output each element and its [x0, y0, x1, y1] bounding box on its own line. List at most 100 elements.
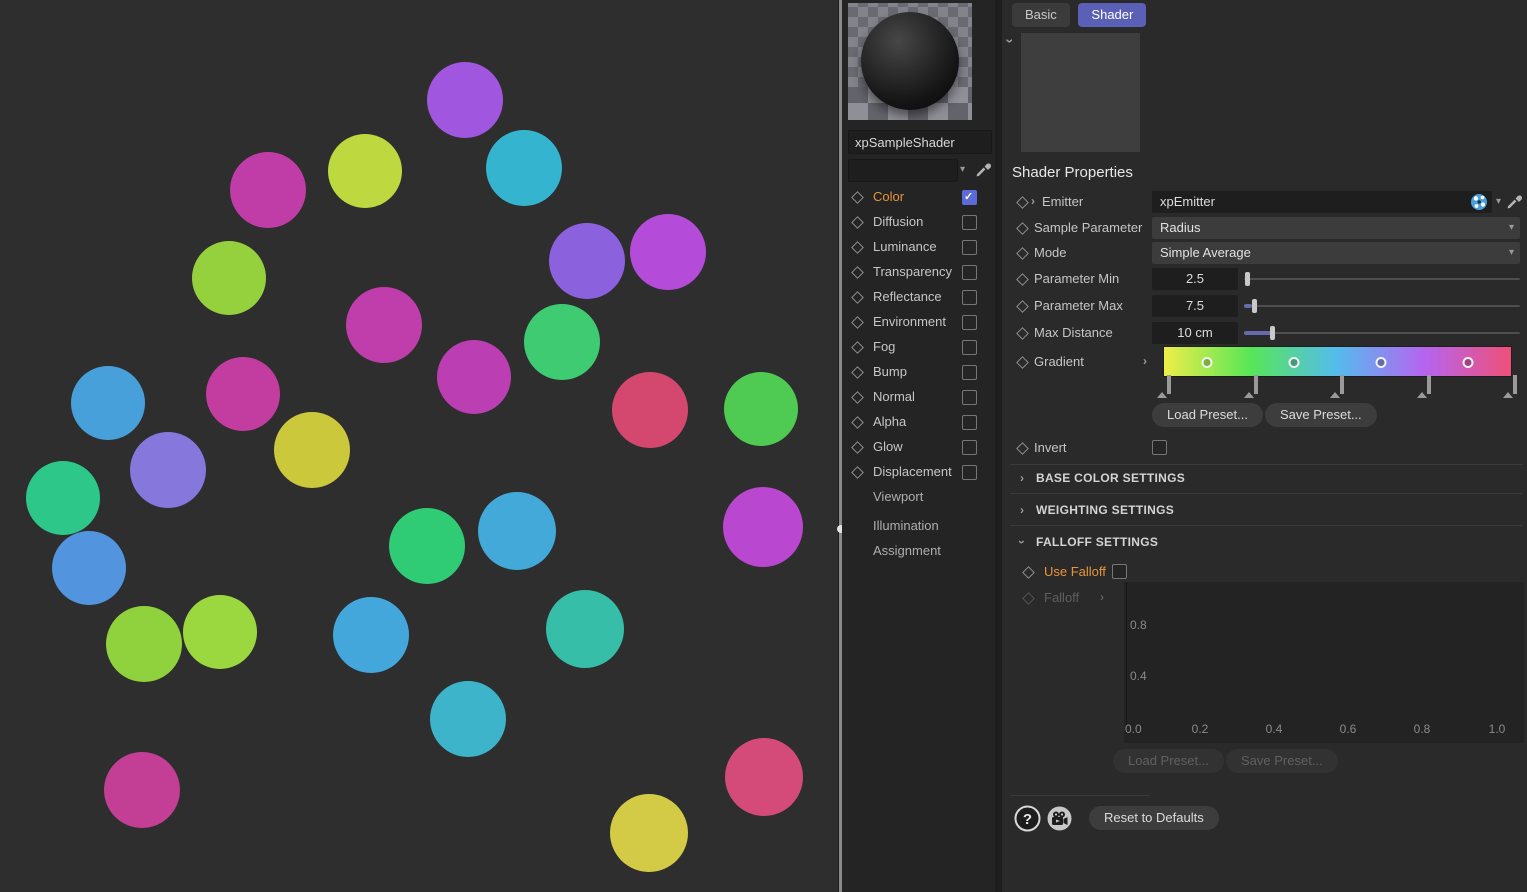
gradient-midpoint-handle[interactable] — [1462, 357, 1474, 368]
keyframe-diamond-icon[interactable] — [851, 416, 864, 429]
slider-handle[interactable] — [1252, 299, 1257, 313]
channel-checkbox[interactable] — [962, 390, 977, 405]
tab-shader[interactable]: Shader — [1078, 3, 1147, 27]
page-item-viewport[interactable]: Viewport — [873, 489, 923, 504]
keyframe-diamond-icon[interactable] — [851, 316, 864, 329]
max-distance-slider[interactable] — [1244, 326, 1520, 340]
expand-chevron-icon[interactable]: › — [1031, 194, 1035, 208]
channel-row[interactable]: Reflectance — [842, 285, 995, 309]
channel-label: Fog — [873, 339, 896, 354]
keyframe-diamond-icon[interactable] — [1016, 247, 1029, 260]
gradient-knot[interactable] — [1416, 375, 1432, 398]
channel-checkbox[interactable] — [962, 440, 977, 455]
invert-checkbox[interactable] — [1152, 440, 1167, 455]
section-label: FALLOFF SETTINGS — [1036, 535, 1159, 549]
keyframe-diamond-icon[interactable] — [1016, 300, 1029, 313]
save-preset-button[interactable]: Save Preset... — [1265, 403, 1377, 427]
gradient-knot[interactable] — [1329, 375, 1345, 398]
chevron-down-icon[interactable]: ▾ — [1496, 191, 1501, 213]
eyedropper-icon[interactable] — [975, 161, 992, 178]
slider-handle[interactable] — [1245, 272, 1250, 286]
gradient-knot[interactable] — [1502, 375, 1518, 398]
reset-to-defaults-button[interactable]: Reset to Defaults — [1089, 806, 1219, 830]
keyframe-diamond-icon[interactable] — [1016, 442, 1029, 455]
keyframe-diamond-icon[interactable] — [851, 391, 864, 404]
eyedropper-icon[interactable] — [1506, 193, 1523, 210]
preview-collapse-chevron-icon[interactable]: › — [1002, 39, 1018, 44]
channel-row[interactable]: Normal — [842, 385, 995, 409]
keyframe-diamond-icon[interactable] — [851, 291, 864, 304]
gradient-midpoint-handle[interactable] — [1288, 357, 1300, 368]
channel-checkbox[interactable] — [962, 315, 977, 330]
channel-row[interactable]: Diffusion — [842, 210, 995, 234]
keyframe-diamond-icon[interactable] — [1016, 327, 1029, 340]
gradient-midpoint-handle[interactable] — [1201, 357, 1213, 368]
channel-checkbox[interactable] — [962, 240, 977, 255]
channel-checkbox[interactable] — [962, 215, 977, 230]
slider-handle[interactable] — [1270, 326, 1275, 340]
keyframe-diamond-icon[interactable] — [851, 266, 864, 279]
parameter-min-slider[interactable] — [1244, 272, 1520, 286]
material-name-input[interactable] — [848, 130, 992, 154]
channel-checkbox[interactable] — [962, 290, 977, 305]
keyframe-diamond-icon[interactable] — [1016, 273, 1029, 286]
section-weighting[interactable]: › WEIGHTING SETTINGS — [1002, 500, 1527, 524]
particle — [206, 357, 280, 431]
gradient-bar[interactable] — [1163, 346, 1512, 377]
max-distance-input[interactable]: 10 cm — [1152, 322, 1238, 344]
channel-row[interactable]: Color — [842, 185, 995, 209]
channel-label: Transparency — [873, 264, 952, 279]
keyframe-diamond-icon[interactable] — [851, 466, 864, 479]
keyframe-diamond-icon[interactable] — [851, 191, 864, 204]
channel-row[interactable]: Glow — [842, 435, 995, 459]
channel-row[interactable]: Alpha — [842, 410, 995, 434]
section-base-color[interactable]: › BASE COLOR SETTINGS — [1002, 468, 1527, 492]
section-chevron-icon: › — [1015, 540, 1029, 544]
channel-row[interactable]: Environment — [842, 310, 995, 334]
gradient-knot[interactable] — [1243, 375, 1259, 398]
parameter-min-input[interactable]: 2.5 — [1152, 268, 1238, 290]
channel-row[interactable]: Transparency — [842, 260, 995, 284]
channel-checkbox[interactable] — [962, 365, 977, 380]
channel-checkbox[interactable] — [962, 465, 977, 480]
keyframe-diamond-icon[interactable] — [1016, 196, 1029, 209]
particle — [524, 304, 600, 380]
gradient-knot[interactable] — [1156, 375, 1172, 398]
use-falloff-checkbox[interactable] — [1112, 564, 1127, 579]
gradient-expand-chevron-icon[interactable]: › — [1143, 354, 1147, 368]
keyframe-diamond-icon[interactable] — [851, 341, 864, 354]
tab-basic[interactable]: Basic — [1012, 3, 1070, 27]
section-falloff[interactable]: › FALLOFF SETTINGS — [1002, 532, 1527, 556]
keyframe-diamond-icon[interactable] — [1016, 356, 1029, 369]
mode-dropdown[interactable]: Simple Average ▾ — [1152, 242, 1520, 264]
keyframe-diamond-icon[interactable] — [851, 366, 864, 379]
channel-row[interactable]: Luminance — [842, 235, 995, 259]
page-item-illumination[interactable]: Illumination — [873, 518, 939, 533]
parameter-max-slider[interactable] — [1244, 299, 1520, 313]
sample-parameter-dropdown[interactable]: Radius ▾ — [1152, 217, 1520, 239]
keyframe-diamond-icon[interactable] — [1016, 222, 1029, 235]
shader-preview-box[interactable] — [1021, 33, 1140, 152]
channel-checkbox[interactable] — [962, 340, 977, 355]
channel-checkbox[interactable] — [962, 190, 977, 205]
keyframe-diamond-icon[interactable] — [851, 241, 864, 254]
load-preset-button[interactable]: Load Preset... — [1152, 403, 1263, 427]
parameter-max-input[interactable]: 7.5 — [1152, 295, 1238, 317]
chevron-down-icon[interactable]: ▾ — [960, 159, 965, 180]
channel-row[interactable]: Fog — [842, 335, 995, 359]
gradient-midpoint-handle[interactable] — [1375, 357, 1387, 368]
keyframe-diamond-icon[interactable] — [851, 216, 864, 229]
graph-y-tick: 0.4 — [1130, 669, 1147, 683]
channel-checkbox[interactable] — [962, 415, 977, 430]
page-item-assignment[interactable]: Assignment — [873, 543, 941, 558]
keyframe-diamond-icon[interactable] — [1022, 566, 1035, 579]
channel-row[interactable]: Bump — [842, 360, 995, 384]
channel-row[interactable]: Displacement — [842, 460, 995, 484]
channel-checkbox[interactable] — [962, 265, 977, 280]
material-preview[interactable] — [848, 3, 972, 120]
shader-space-dropdown[interactable] — [848, 159, 958, 182]
keyframe-diamond-icon[interactable] — [851, 441, 864, 454]
video-camera-icon[interactable] — [1046, 805, 1073, 832]
help-icon[interactable]: ? — [1014, 805, 1041, 832]
emitter-link-field[interactable]: xpEmitter — [1152, 191, 1492, 213]
